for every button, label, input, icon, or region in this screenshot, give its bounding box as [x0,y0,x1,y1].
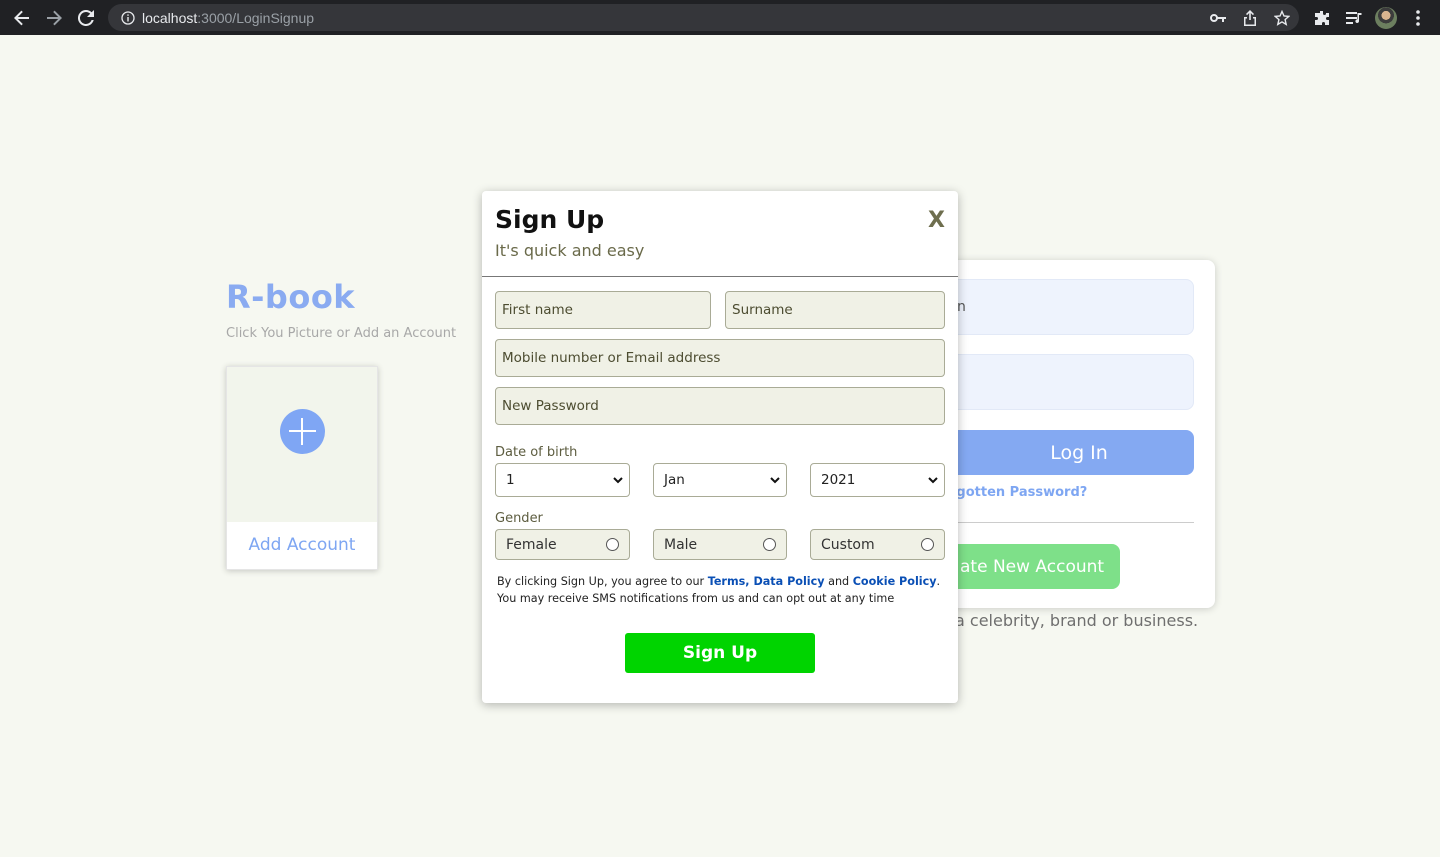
dob-year-value: 2021 [821,472,856,488]
add-account-card[interactable]: Add Account [226,366,378,570]
brand-logo: R-book [226,278,356,316]
forgot-password-link[interactable]: rgotten Password? [950,485,1087,500]
more-menu-icon[interactable] [1405,0,1431,35]
terms-and: and [824,575,853,588]
gender-option-label: Custom [821,536,875,553]
data-policy-link[interactable]: Data Policy [753,575,824,588]
extensions-icon[interactable] [1309,0,1335,35]
dob-label: Date of birth [495,445,578,460]
cookie-policy-link[interactable]: Cookie Policy [853,575,937,588]
login-password-input[interactable] [948,354,1194,410]
create-page-text: a celebrity, brand or business. [955,611,1199,630]
browser-toolbar: localhost:3000/LoginSignup [0,0,1440,35]
login-button[interactable]: Log In [948,430,1194,475]
gender-option-label: Female [506,536,557,553]
address-bar[interactable]: localhost:3000/LoginSignup [108,4,1299,31]
surname-input[interactable] [725,291,945,329]
gender-option-female[interactable]: Female [495,529,630,560]
chevron-down-icon [769,474,781,490]
close-button[interactable]: X [928,208,945,233]
url-host: localhost [142,9,198,26]
chevron-down-icon [927,474,939,490]
login-email-input[interactable]: n [948,279,1194,335]
reading-list-icon[interactable] [1341,0,1367,35]
dob-month-value: Jan [664,472,685,488]
dob-day-select[interactable]: 1 [495,463,630,497]
divider [948,522,1194,523]
terms-text: By clicking Sign Up, you agree to our Te… [497,573,947,607]
terms-link[interactable]: Terms [708,575,746,588]
dob-month-select[interactable]: Jan [653,463,787,497]
gender-option-male[interactable]: Male [653,529,787,560]
gender-option-custom[interactable]: Custom [810,529,945,560]
gender-label: Gender [495,511,543,526]
account-picture-area[interactable] [227,367,377,522]
first-name-input[interactable] [495,291,711,329]
radio-male[interactable] [763,538,776,551]
signup-subtitle: It's quick and easy [495,241,645,260]
url-path: :3000/LoginSignup [197,9,315,26]
terms-text-part1: By clicking Sign Up, you agree to our [497,575,708,588]
signup-title: Sign Up [495,205,605,234]
bookmark-star-icon[interactable] [1269,0,1295,35]
create-account-button[interactable]: ate New Account [948,544,1120,589]
reload-icon[interactable] [70,0,102,35]
back-icon[interactable] [6,0,38,35]
dob-year-select[interactable]: 2021 [810,463,945,497]
profile-avatar-icon[interactable] [1373,0,1399,35]
dob-day-value: 1 [506,472,515,488]
share-icon[interactable] [1237,0,1263,35]
signup-modal: Sign Up It's quick and easy X Date of bi… [482,191,958,703]
gender-option-label: Male [664,536,698,553]
contact-input[interactable] [495,339,945,377]
create-account-label: ate New Account [960,556,1105,577]
new-password-input[interactable] [495,387,945,425]
plus-icon[interactable] [280,409,325,454]
signup-submit-button[interactable]: Sign Up [625,633,815,673]
radio-female[interactable] [606,538,619,551]
key-icon[interactable] [1205,0,1231,35]
modal-divider [482,276,958,277]
login-email-placeholder: n [957,299,966,315]
add-account-label[interactable]: Add Account [227,535,377,555]
brand-subtitle: Click You Picture or Add an Account [226,326,457,341]
chevron-down-icon [612,474,624,490]
login-card: n Log In rgotten Password? ate New Accou… [940,260,1215,608]
info-icon[interactable] [114,10,142,25]
forward-icon[interactable] [38,0,70,35]
url-text: localhost:3000/LoginSignup [142,10,314,26]
radio-custom[interactable] [921,538,934,551]
